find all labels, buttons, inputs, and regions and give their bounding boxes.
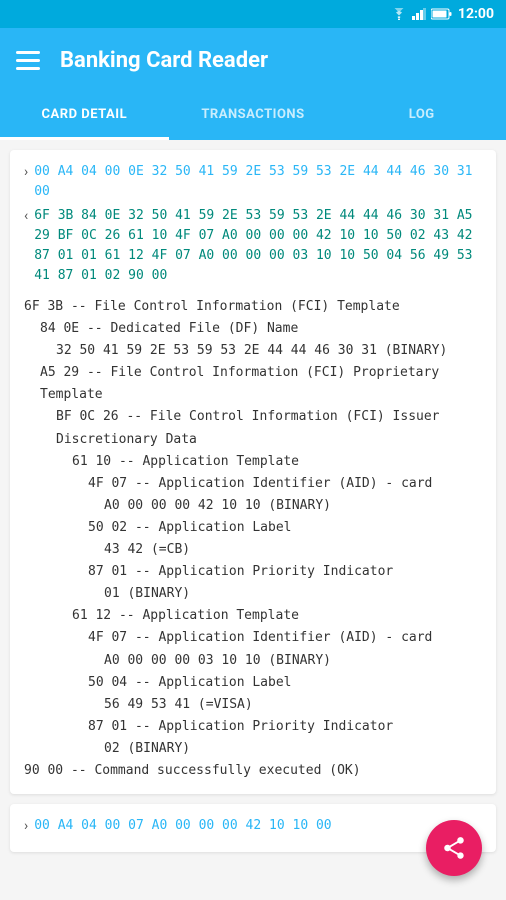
main-content: › 00 A4 04 00 0E 32 50 41 59 2E 53 59 53… — [0, 140, 506, 900]
parsed-line: 87 01 -- Application Priority Indicator — [24, 716, 482, 738]
tab-log[interactable]: LOG — [337, 92, 506, 140]
parsed-line: 56 49 53 41 (=VISA) — [24, 694, 482, 716]
parsed-section: 6F 3B -- File Control Information (FCI) … — [24, 296, 482, 782]
parsed-line: BF 0C 26 -- File Control Information (FC… — [24, 406, 482, 450]
hamburger-menu[interactable] — [16, 51, 40, 70]
parsed-line: 50 02 -- Application Label — [24, 517, 482, 539]
parsed-line: A0 00 00 00 03 10 10 (BINARY) — [24, 650, 482, 672]
app-title: Banking Card Reader — [60, 48, 268, 73]
signal-icon — [412, 8, 426, 20]
parsed-line: 87 01 -- Application Priority Indicator — [24, 561, 482, 583]
response-hex-row: ‹ 6F 3B 84 0E 32 50 41 59 2E 53 59 53 2E… — [24, 206, 482, 286]
response-hex: 6F 3B 84 0E 32 50 41 59 2E 53 59 53 2E 4… — [34, 206, 482, 286]
tab-transactions[interactable]: TRANSACTIONS — [169, 92, 338, 140]
command-hex-2: 00 A4 04 00 07 A0 00 00 00 42 10 10 00 — [34, 816, 331, 836]
card-section-1: › 00 A4 04 00 0E 32 50 41 59 2E 53 59 53… — [10, 150, 496, 794]
command-hex-row-2: › 00 A4 04 00 07 A0 00 00 00 42 10 10 00 — [24, 816, 482, 836]
parsed-line: 32 50 41 59 2E 53 59 53 2E 44 44 46 30 3… — [24, 340, 482, 362]
parsed-line: 02 (BINARY) — [24, 738, 482, 760]
parsed-line: 01 (BINARY) — [24, 583, 482, 605]
battery-icon — [431, 8, 453, 20]
status-time: 12:00 — [458, 6, 494, 22]
parsed-line: 43 42 (=CB) — [24, 539, 482, 561]
parsed-line: 61 10 -- Application Template — [24, 451, 482, 473]
parsed-line: 90 00 -- Command successfully executed (… — [24, 760, 482, 782]
wifi-icon — [391, 8, 407, 20]
command-hex-row: › 00 A4 04 00 0E 32 50 41 59 2E 53 59 53… — [24, 162, 482, 202]
tab-card-detail[interactable]: CARD DETAIL — [0, 92, 169, 140]
parsed-line: 4F 07 -- Application Identifier (AID) - … — [24, 627, 482, 649]
parsed-line: 50 04 -- Application Label — [24, 672, 482, 694]
status-icons: 12:00 — [391, 6, 494, 22]
app-bar: Banking Card Reader — [0, 28, 506, 92]
parsed-line: 84 0E -- Dedicated File (DF) Name — [24, 318, 482, 340]
parsed-line: 6F 3B -- File Control Information (FCI) … — [24, 296, 482, 318]
command-arrow-2: › — [24, 816, 28, 836]
status-bar: 12:00 — [0, 0, 506, 28]
card-section-2: › 00 A4 04 00 07 A0 00 00 00 42 10 10 00 — [10, 804, 496, 852]
command-arrow: › — [24, 162, 28, 182]
response-arrow: ‹ — [24, 206, 28, 226]
command-hex: 00 A4 04 00 0E 32 50 41 59 2E 53 59 53 2… — [34, 162, 482, 202]
parsed-line: A5 29 -- File Control Information (FCI) … — [24, 362, 482, 406]
parsed-line: 4F 07 -- Application Identifier (AID) - … — [24, 473, 482, 495]
parsed-line: A0 00 00 00 42 10 10 (BINARY) — [24, 495, 482, 517]
tab-bar: CARD DETAIL TRANSACTIONS LOG — [0, 92, 506, 140]
parsed-line: 61 12 -- Application Template — [24, 605, 482, 627]
share-icon — [441, 835, 467, 861]
share-fab[interactable] — [426, 820, 482, 876]
